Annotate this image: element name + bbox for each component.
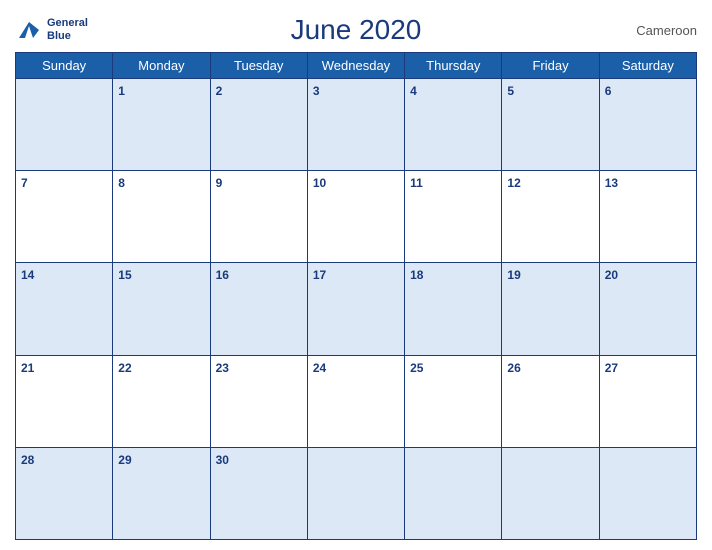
day-number: 29	[118, 453, 131, 467]
day-number: 25	[410, 361, 423, 375]
day-number: 9	[216, 176, 223, 190]
day-number: 6	[605, 84, 612, 98]
day-number: 21	[21, 361, 34, 375]
day-number: 3	[313, 84, 320, 98]
calendar-week-row: 21 22 23 24 25 26 27	[16, 355, 697, 447]
day-number: 5	[507, 84, 514, 98]
calendar-table: SundayMondayTuesdayWednesdayThursdayFrid…	[15, 52, 697, 540]
day-number: 8	[118, 176, 125, 190]
day-number: 19	[507, 268, 520, 282]
day-number: 30	[216, 453, 229, 467]
calendar-day	[599, 447, 696, 539]
calendar-day	[405, 447, 502, 539]
day-number: 23	[216, 361, 229, 375]
day-number: 13	[605, 176, 618, 190]
day-number: 11	[410, 176, 423, 190]
calendar-week-row: 1 2 3 4 5 6	[16, 79, 697, 171]
day-number: 12	[507, 176, 520, 190]
calendar-day	[307, 447, 404, 539]
calendar-day: 25	[405, 355, 502, 447]
day-number: 15	[118, 268, 131, 282]
calendar-day: 28	[16, 447, 113, 539]
weekday-header-saturday: Saturday	[599, 53, 696, 79]
day-number: 7	[21, 176, 28, 190]
calendar-day: 22	[113, 355, 210, 447]
calendar-day: 20	[599, 263, 696, 355]
day-number: 10	[313, 176, 326, 190]
day-number: 16	[216, 268, 229, 282]
logo-icon	[15, 16, 43, 44]
calendar-day	[16, 79, 113, 171]
calendar-day: 6	[599, 79, 696, 171]
calendar-day: 26	[502, 355, 599, 447]
calendar-week-row: 14 15 16 17 18 19 20	[16, 263, 697, 355]
weekday-header-sunday: Sunday	[16, 53, 113, 79]
day-number: 17	[313, 268, 326, 282]
calendar-day: 5	[502, 79, 599, 171]
calendar-week-row: 28 29 30	[16, 447, 697, 539]
calendar-day: 17	[307, 263, 404, 355]
day-number: 24	[313, 361, 326, 375]
calendar-day	[502, 447, 599, 539]
calendar-title: June 2020	[291, 14, 422, 46]
calendar-day: 2	[210, 79, 307, 171]
weekday-header-tuesday: Tuesday	[210, 53, 307, 79]
weekday-header-thursday: Thursday	[405, 53, 502, 79]
day-number: 18	[410, 268, 423, 282]
calendar-day: 10	[307, 171, 404, 263]
weekday-header-friday: Friday	[502, 53, 599, 79]
calendar-day: 11	[405, 171, 502, 263]
calendar-day: 13	[599, 171, 696, 263]
calendar-day: 8	[113, 171, 210, 263]
weekday-header-wednesday: Wednesday	[307, 53, 404, 79]
calendar-day: 14	[16, 263, 113, 355]
day-number: 20	[605, 268, 618, 282]
day-number: 4	[410, 84, 417, 98]
calendar-header: GeneralBlue June 2020 Cameroon	[15, 10, 697, 46]
country-label: Cameroon	[636, 23, 697, 38]
day-number: 22	[118, 361, 131, 375]
calendar-day: 16	[210, 263, 307, 355]
logo-text: GeneralBlue	[47, 17, 88, 43]
calendar-day: 21	[16, 355, 113, 447]
day-number: 2	[216, 84, 223, 98]
day-number: 1	[118, 84, 125, 98]
logo: GeneralBlue	[15, 16, 88, 44]
day-number: 26	[507, 361, 520, 375]
calendar-day: 23	[210, 355, 307, 447]
calendar-day: 15	[113, 263, 210, 355]
calendar-day: 18	[405, 263, 502, 355]
calendar-day: 4	[405, 79, 502, 171]
calendar-day: 3	[307, 79, 404, 171]
calendar-day: 29	[113, 447, 210, 539]
calendar-day: 7	[16, 171, 113, 263]
calendar-day: 19	[502, 263, 599, 355]
calendar-day: 1	[113, 79, 210, 171]
calendar-week-row: 7 8 9 10 11 12 13	[16, 171, 697, 263]
calendar-day: 9	[210, 171, 307, 263]
calendar-day: 12	[502, 171, 599, 263]
day-number: 28	[21, 453, 34, 467]
day-number: 27	[605, 361, 618, 375]
day-number: 14	[21, 268, 34, 282]
weekday-header-row: SundayMondayTuesdayWednesdayThursdayFrid…	[16, 53, 697, 79]
weekday-header-monday: Monday	[113, 53, 210, 79]
calendar-day: 30	[210, 447, 307, 539]
calendar-day: 27	[599, 355, 696, 447]
calendar-day: 24	[307, 355, 404, 447]
